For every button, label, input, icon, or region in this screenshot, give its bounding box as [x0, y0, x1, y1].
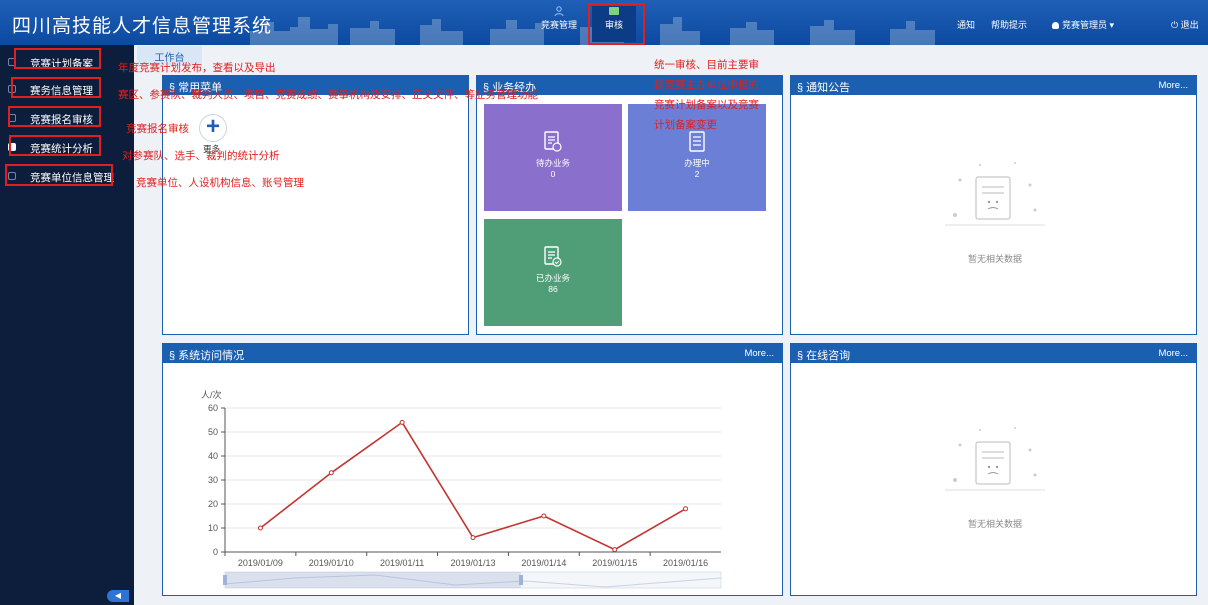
y-tick-label: 60: [208, 403, 218, 413]
annotation-box: [11, 77, 101, 98]
person-icon: [554, 6, 564, 16]
empty-state: 暂无相关数据: [930, 155, 1060, 265]
document-icon: [689, 131, 705, 152]
visits-chart: 人/次 0 10 20 30 40 50 60 2019/01/09 2019/01/10 2019…: [201, 389, 722, 589]
empty-document-icon: [945, 162, 1045, 226]
logout-label: 退出: [1180, 20, 1199, 30]
panel-title: § 系统访问情况: [169, 350, 245, 362]
x-tick-label: 2019/01/16: [663, 558, 708, 568]
y-tick-label: 20: [208, 499, 218, 509]
tile-count: 0: [550, 169, 556, 179]
data-point: [328, 470, 334, 476]
more-link[interactable]: More...: [1158, 80, 1188, 91]
tile-done[interactable]: 已办业务 86: [484, 219, 622, 326]
more-link[interactable]: More...: [744, 348, 774, 359]
x-tick-label: 2019/01/13: [450, 558, 495, 568]
tile-label: 已办业务: [535, 273, 570, 283]
annotation-plan: 年度竞赛计划发布，查看以及导出: [118, 62, 276, 74]
user-icon: [1052, 22, 1059, 30]
data-point: [612, 547, 618, 553]
annotation-audit-line1: 统一审核、目前主要审: [654, 59, 759, 71]
y-tick-label: 0: [213, 547, 218, 557]
annotation-affairs: 赛区、参赛队、裁判人员、项目、竞赛成绩、赛事机构及安排、正文文件、等业务管理功能: [118, 89, 538, 101]
collapse-sidebar-button[interactable]: ◀: [107, 590, 129, 602]
user-menu[interactable]: 竞赛管理员 ▾: [1052, 18, 1114, 31]
zoom-slider-handle: [223, 575, 227, 585]
y-tick-label: 10: [208, 523, 218, 533]
annotation-box: [9, 135, 101, 156]
more-link[interactable]: More...: [1158, 348, 1188, 359]
chevron-down-icon: ▾: [1109, 20, 1115, 30]
annotation-audit-line4: 计划备案变更: [654, 119, 717, 131]
nav-label: 竞赛管理: [540, 20, 577, 30]
annotation-audit-line3: 竞赛计划备案以及竞赛: [654, 99, 759, 111]
user-name: 竞赛管理员: [1062, 20, 1108, 30]
data-point: [470, 535, 476, 541]
data-point: [257, 525, 263, 531]
annotation-signup: 竞赛报名审核: [126, 123, 189, 135]
data-point: [399, 419, 405, 425]
top-bar: 四川高技能人才信息管理系统 竞赛管理 审核 通知 帮助提示 竞赛管理员 ▾ ⏻ …: [0, 0, 1208, 45]
document-check-icon: [544, 246, 562, 267]
data-point: [683, 506, 689, 512]
y-tick-label: 30: [208, 475, 218, 485]
tile-count: 2: [694, 169, 700, 179]
annotation-audit-line2: 核竞赛主办单位申报的: [654, 79, 759, 91]
tile-count: 86: [548, 284, 558, 294]
zoom-slider-selection: [225, 572, 521, 588]
y-axis-label: 人/次: [201, 389, 222, 400]
nav-competition-management[interactable]: 竞赛管理: [537, 6, 581, 42]
zoom-slider-handle: [519, 575, 523, 585]
panel-header: § 通知公告 More...: [791, 76, 1196, 95]
tile-label: 待办业务: [535, 158, 570, 168]
y-tick-label: 50: [208, 427, 218, 437]
annotation-stats: 对参赛队、选手、裁判的统计分析: [122, 150, 280, 162]
series-line: [259, 421, 686, 551]
annotation-unit: 竞赛单位、人设机构信息、账号管理: [136, 177, 304, 189]
panel-header: § 在线咨询 More...: [791, 344, 1196, 363]
empty-state: 暂无相关数据: [930, 420, 1060, 530]
power-icon: ⏻: [1171, 20, 1179, 30]
panel-header: § 系统访问情况 More...: [163, 344, 782, 363]
logout-button[interactable]: ⏻ 退出: [1171, 18, 1199, 31]
annotation-box: [5, 164, 113, 186]
tile-label: 办理中: [684, 158, 710, 168]
annotation-box: [14, 48, 101, 69]
y-tick-label: 40: [208, 451, 218, 461]
notice-link[interactable]: 通知: [957, 18, 975, 31]
sidebar: 竞赛计划备案 赛务信息管理 竞赛报名审核 竞赛统计分析 竞赛单位信息管理 ◀: [0, 45, 134, 605]
annotation-box-audit: [588, 3, 645, 45]
annotation-box: [8, 106, 101, 127]
x-tick-label: 2019/01/15: [592, 558, 637, 568]
x-tick-label: 2019/01/09: [238, 558, 283, 568]
x-tick-label: 2019/01/14: [521, 558, 566, 568]
panel-title: § 在线咨询: [797, 350, 851, 362]
x-tick-label: 2019/01/11: [380, 558, 424, 568]
document-clock-icon: [544, 131, 562, 152]
add-menu-button[interactable]: +: [199, 114, 227, 142]
app-title: 四川高技能人才信息管理系统: [12, 16, 273, 37]
x-tick-label: 2019/01/10: [309, 558, 354, 568]
help-link[interactable]: 帮助提示: [991, 18, 1027, 31]
empty-document-icon: [945, 427, 1045, 491]
panel-title: § 通知公告: [797, 82, 851, 94]
empty-text: 暂无相关数据: [967, 254, 1022, 264]
empty-text: 暂无相关数据: [967, 519, 1022, 529]
data-point: [541, 513, 547, 519]
tile-pending[interactable]: 待办业务 0: [484, 104, 622, 211]
